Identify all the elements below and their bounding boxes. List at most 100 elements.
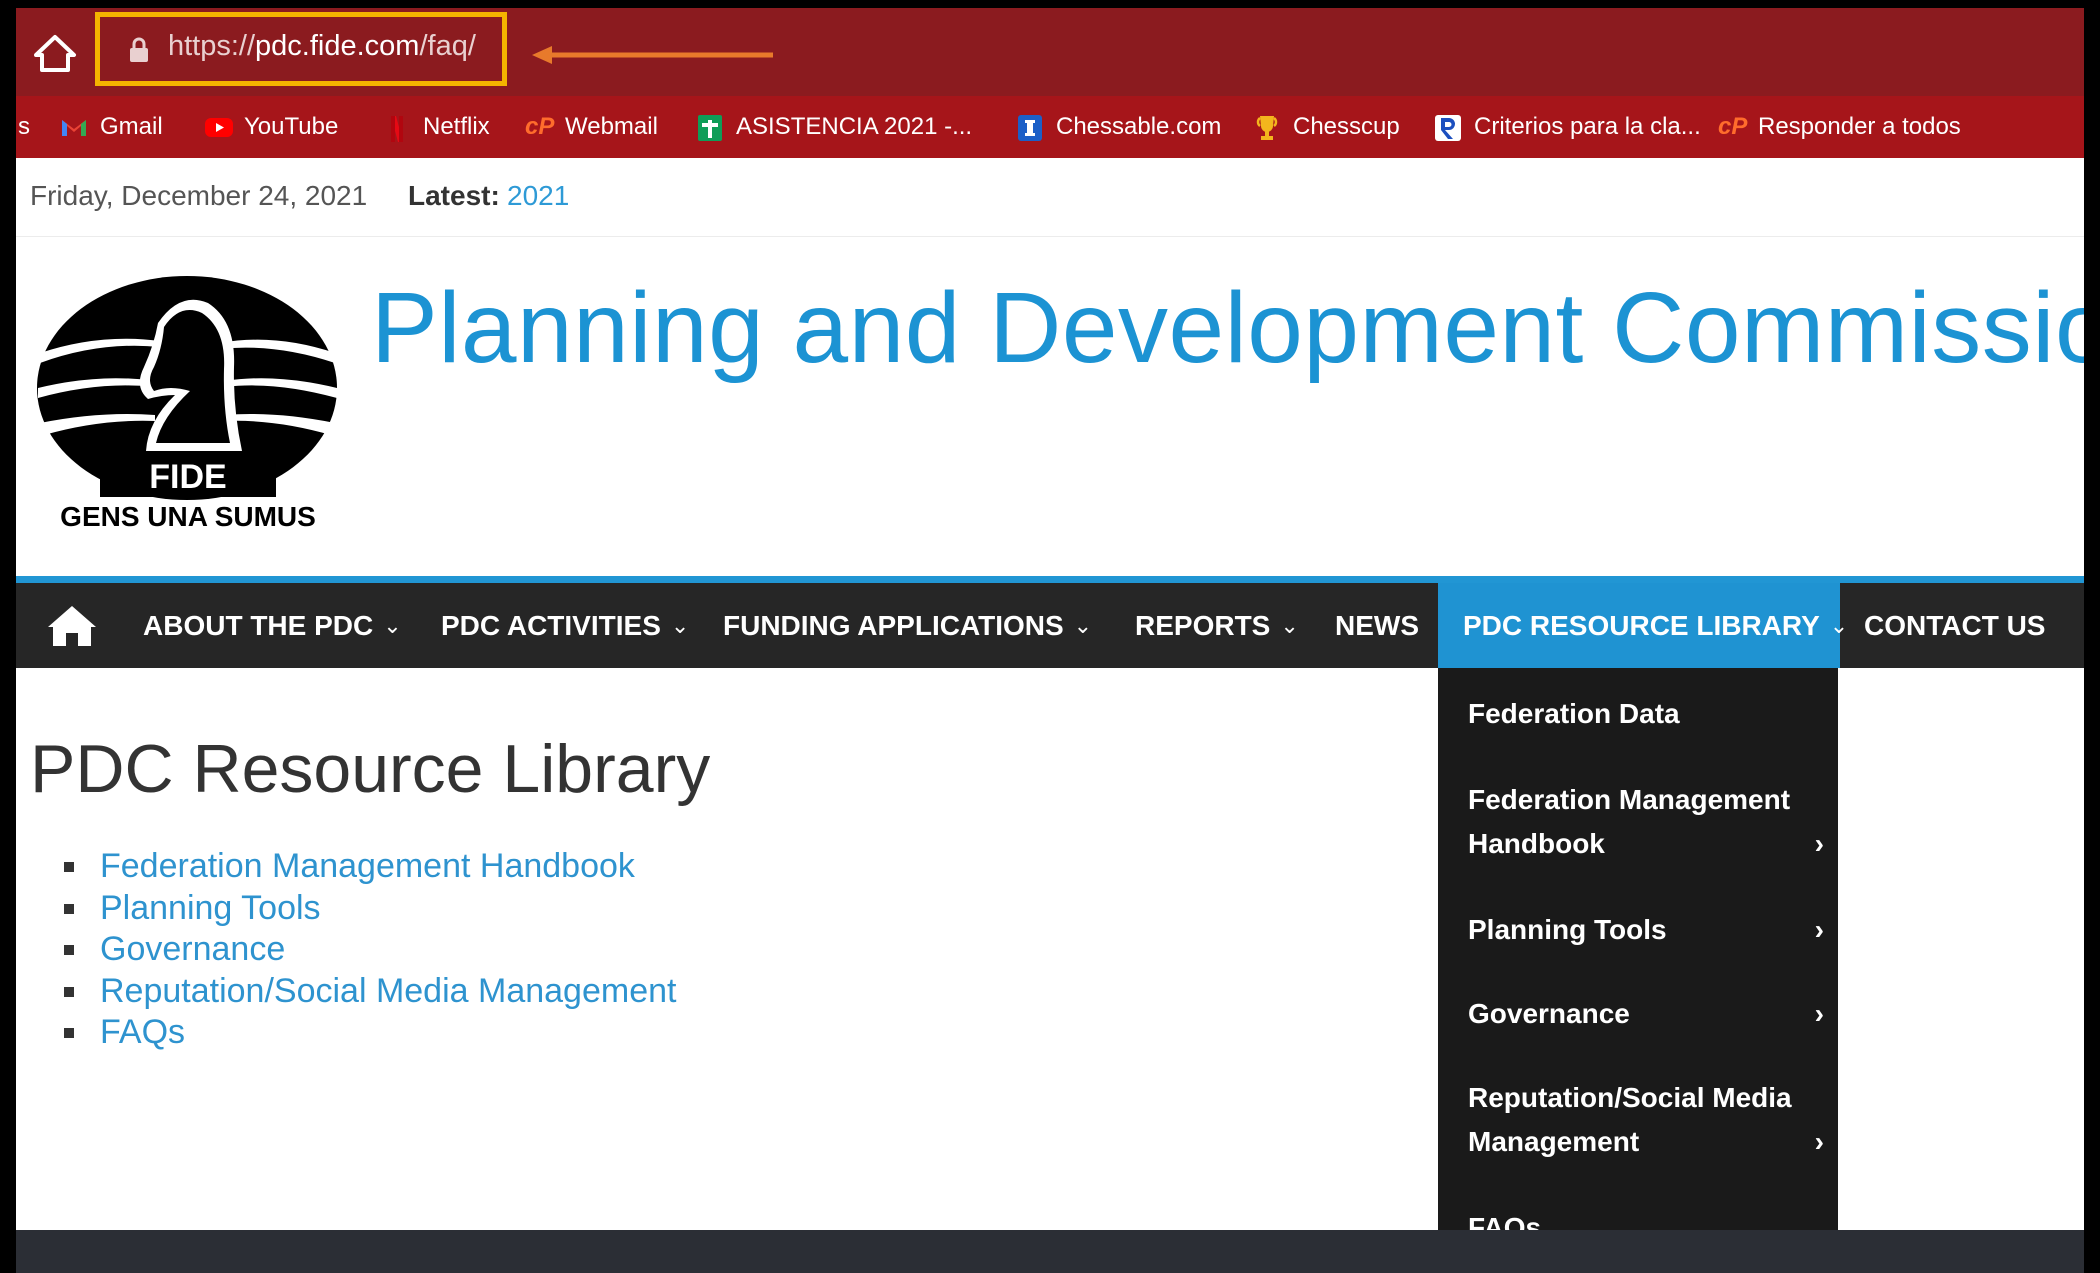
dropdown-item-federation-handbook[interactable]: Federation Management Handbook › — [1468, 778, 1838, 866]
fide-logo[interactable]: FIDE GENS UNA SUMUS — [30, 263, 345, 533]
main-nav: ABOUT THE PDC ⌄ PDC ACTIVITIES ⌄ FUNDING A… — [16, 576, 2084, 668]
chevron-down-icon: ⌄ — [383, 612, 402, 638]
bookmark-truncated[interactable]: s — [18, 96, 30, 158]
url-field[interactable]: https://pdc.fide.com/faq/ — [168, 30, 476, 63]
list-item[interactable]: FAQs — [62, 1012, 676, 1054]
resource-link[interactable]: Federation Management Handbook — [100, 847, 635, 885]
bullet-icon — [64, 903, 74, 914]
site-title[interactable]: Planning and Development Commission — [371, 271, 2084, 386]
bookmark-label: s — [18, 113, 30, 140]
current-date: Friday, December 24, 2021 — [30, 180, 368, 211]
cpanel-icon: cP — [1718, 113, 1748, 140]
dropdown-item-planning-tools[interactable]: Planning Tools › — [1468, 908, 1838, 952]
resource-library-dropdown: Federation Data Federation Management Ha… — [1438, 668, 1838, 1268]
dropdown-item-label-line2: Handbook — [1468, 828, 1605, 859]
nav-label: PDC RESOURCE LIBRARY — [1463, 609, 1820, 641]
bookmark-gmail[interactable]: Gmail — [60, 96, 163, 158]
bookmark-asistencia[interactable]: ASISTENCIA 2021 -... — [696, 96, 972, 158]
bookmarks-bar: s Gmail YouTube Netflix cP Webmail ASISTE… — [16, 96, 2084, 158]
bookmark-webmail[interactable]: cP Webmail — [525, 96, 658, 158]
dropdown-item-label: Federation Management — [1468, 784, 1791, 815]
nav-activities[interactable]: PDC ACTIVITIES ⌄ — [441, 583, 689, 668]
dropdown-item-reputation[interactable]: Reputation/Social Media Management › — [1468, 1076, 1838, 1164]
chevron-right-icon: › — [1814, 1126, 1824, 1157]
sheets-icon — [696, 114, 724, 141]
bookmark-label: Chesscup — [1293, 113, 1400, 140]
nav-funding[interactable]: FUNDING APPLICATIONS ⌄ — [723, 583, 1092, 668]
list-item[interactable]: Governance — [62, 929, 676, 971]
nav-label: PDC ACTIVITIES — [441, 609, 661, 641]
bullet-icon — [64, 862, 74, 872]
logo-fide-text: FIDE — [149, 458, 226, 496]
nav-home[interactable] — [46, 583, 102, 668]
dropdown-item-governance[interactable]: Governance › — [1468, 992, 1838, 1036]
dropdown-item-label: Reputation/Social Media — [1468, 1082, 1792, 1113]
chevron-right-icon: › — [1814, 914, 1824, 945]
trophy-icon — [1253, 114, 1281, 140]
nav-reports[interactable]: REPORTS ⌄ — [1135, 583, 1299, 668]
chessable-icon — [1016, 114, 1044, 141]
top-info-strip: Friday, December 24, 2021 Latest: 2021 — [16, 158, 2084, 237]
nav-news[interactable]: NEWS — [1335, 583, 1419, 668]
nav-resource-library[interactable]: PDC RESOURCE LIBRARY ⌄ — [1463, 583, 1848, 668]
chevron-down-icon: ⌄ — [1280, 612, 1299, 638]
dropdown-item-federation-data[interactable]: Federation Data — [1468, 692, 1808, 736]
resource-link[interactable]: FAQs — [100, 1013, 185, 1051]
home-icon[interactable] — [30, 28, 80, 78]
nav-label: CONTACT US — [1864, 609, 2046, 641]
chevron-right-icon: › — [1814, 998, 1824, 1029]
list-item[interactable]: Reputation/Social Media Management — [62, 971, 676, 1013]
youtube-icon — [204, 114, 233, 140]
nav-contact[interactable]: CONTACT US — [1864, 583, 2045, 668]
address-bar: https://pdc.fide.com/faq/ — [16, 8, 2084, 96]
bookmark-label: YouTube — [244, 113, 339, 140]
bookmark-label: Webmail — [565, 113, 658, 140]
logo-motto-text: GENS UNA SUMUS — [60, 501, 316, 532]
chevron-down-icon: ⌄ — [1073, 612, 1093, 638]
bullet-icon — [64, 1028, 74, 1038]
bookmark-label: Criterios para la cla... — [1474, 113, 1701, 140]
resource-link-list: Federation Management Handbook Planning … — [62, 846, 676, 1054]
chevron-down-icon: ⌄ — [1829, 612, 1849, 638]
bookmark-youtube[interactable]: YouTube — [204, 96, 338, 158]
page-title: PDC Resource Library — [30, 731, 711, 807]
bookmark-criterios[interactable]: Criterios para la cla... — [1434, 96, 1701, 158]
dropdown-item-label: Planning Tools — [1468, 914, 1667, 945]
annotation-arrow-icon — [532, 46, 773, 64]
footer — [16, 1230, 2084, 1273]
nav-label: ABOUT THE PDC — [143, 609, 374, 641]
chevron-down-icon: ⌄ — [670, 612, 690, 638]
latest-link[interactable]: 2021 — [507, 180, 569, 212]
gmail-icon — [60, 114, 88, 140]
browser-window: https://pdc.fide.com/faq/ s Gmail YouTub… — [16, 8, 2084, 1273]
bookmark-chesscup[interactable]: Chesscup — [1253, 96, 1400, 158]
list-item[interactable]: Federation Management Handbook — [62, 846, 676, 888]
resource-link[interactable]: Governance — [100, 930, 285, 968]
home-icon — [48, 605, 96, 646]
bookmark-responder[interactable]: cP Responder a todos — [1718, 96, 1961, 158]
nav-label: FUNDING APPLICATIONS — [723, 609, 1064, 641]
dropdown-item-label: Governance — [1468, 998, 1630, 1029]
bookmark-label: Netflix — [423, 113, 490, 140]
bullet-icon — [64, 986, 74, 997]
bookmark-label: Chessable.com — [1056, 113, 1222, 140]
cpanel-icon: cP — [525, 113, 555, 140]
resource-link[interactable]: Reputation/Social Media Management — [100, 972, 676, 1010]
nav-label: REPORTS — [1135, 609, 1271, 641]
list-item[interactable]: Planning Tools — [62, 888, 676, 930]
bookmark-label: Gmail — [100, 113, 163, 140]
r-icon — [1434, 114, 1462, 141]
dropdown-item-label: Federation Data — [1468, 698, 1680, 729]
nav-about[interactable]: ABOUT THE PDC ⌄ — [143, 583, 402, 668]
bullet-icon — [64, 945, 74, 955]
dropdown-item-label-line2: Management — [1468, 1126, 1640, 1157]
netflix-icon — [383, 114, 411, 142]
chevron-right-icon: › — [1814, 828, 1824, 859]
resource-link[interactable]: Planning Tools — [100, 889, 321, 927]
nav-label: NEWS — [1335, 609, 1419, 641]
latest-label: Latest: — [408, 180, 500, 211]
bookmark-chessable[interactable]: Chessable.com — [1016, 96, 1221, 158]
lock-icon — [130, 37, 148, 62]
bookmark-netflix[interactable]: Netflix — [383, 96, 490, 158]
bookmark-label: Responder a todos — [1758, 113, 1961, 140]
